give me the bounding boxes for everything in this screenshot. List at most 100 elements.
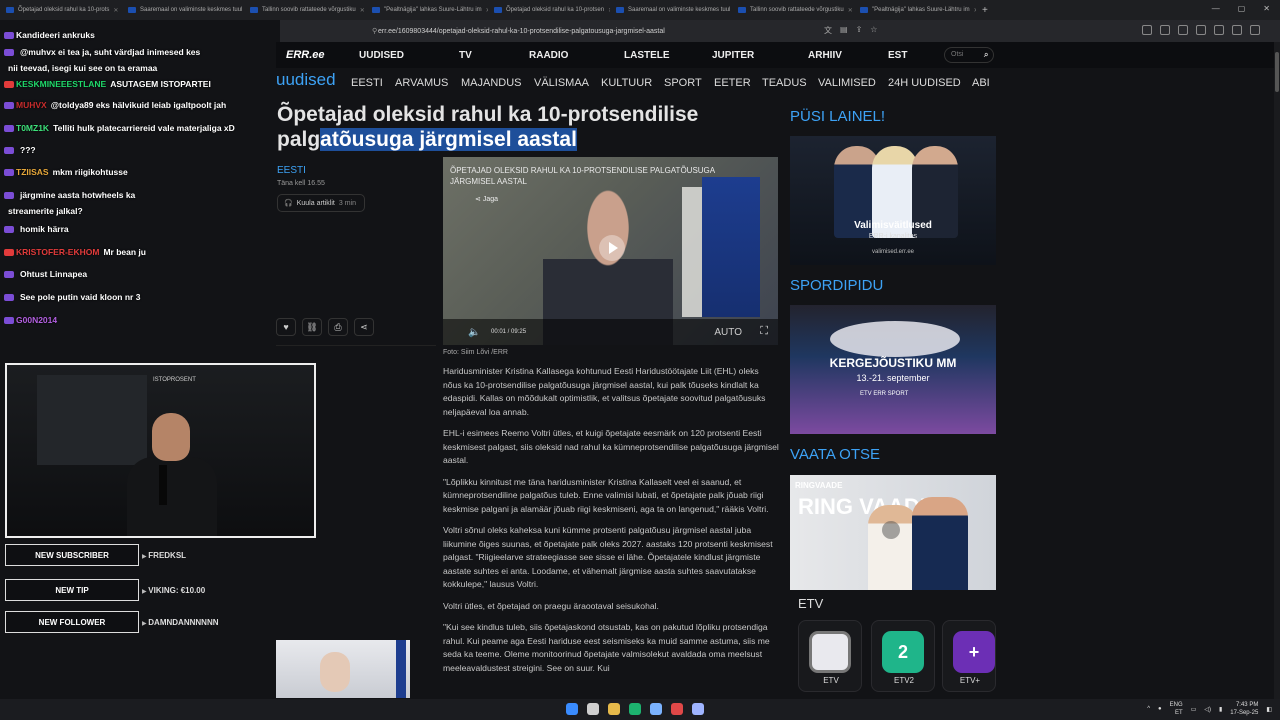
section-abi[interactable]: ABI bbox=[972, 77, 990, 89]
play-button[interactable] bbox=[882, 521, 900, 539]
reader-icon[interactable]: ▤ bbox=[840, 25, 848, 36]
browser-tab[interactable]: Saaremaal on valiminste keskmes tuul✕ bbox=[122, 0, 244, 20]
section-arvamus[interactable]: ARVAMUS bbox=[395, 77, 448, 89]
section-24h-uudised[interactable]: 24H UUDISED bbox=[888, 77, 961, 89]
channel-etv2[interactable]: 2 ETV2 bbox=[871, 620, 935, 692]
url-text[interactable]: err.ee/1609803444/opetajad-oleksid-rahul… bbox=[378, 28, 665, 35]
article-paragraph: Haridusminister Kristina Kallasega kohtu… bbox=[443, 366, 766, 417]
nav-lastele[interactable]: LASTELE bbox=[624, 50, 670, 61]
fullscreen-icon[interactable]: ⛶ bbox=[760, 325, 768, 338]
file-explorer-icon[interactable] bbox=[608, 703, 620, 715]
network-icon[interactable]: ▭ bbox=[1191, 706, 1197, 713]
close-tab-icon[interactable]: ✕ bbox=[360, 7, 365, 14]
browser-tab[interactable]: Tallinn soovib rattateede võrgustiku ✕ bbox=[732, 0, 854, 20]
nav-raadio[interactable]: RAADIO bbox=[529, 50, 568, 61]
nav-jupiter[interactable]: JUPITER bbox=[712, 50, 754, 61]
mic-icon[interactable]: ● bbox=[1158, 706, 1162, 712]
quality-select[interactable]: AUTO bbox=[714, 327, 742, 338]
language-select[interactable]: EST bbox=[888, 50, 907, 61]
brave-browser-icon[interactable] bbox=[671, 703, 683, 715]
page-scrollbar[interactable] bbox=[1274, 42, 1280, 699]
browser-tab[interactable]: Tallinn soovib rattateede võrgustiku ✕ bbox=[244, 0, 366, 20]
section-valimised[interactable]: VALIMISED bbox=[818, 77, 876, 89]
section-kultuur[interactable]: KULTUUR bbox=[601, 77, 652, 89]
notifications-icon[interactable]: ◧ bbox=[1266, 706, 1272, 713]
maximize-button[interactable]: ▢ bbox=[1238, 4, 1246, 13]
chat-badge-icon bbox=[4, 226, 14, 234]
section-nav: uudised EESTI ARVAMUS MAJANDUS VÄLISMAA … bbox=[276, 70, 996, 94]
err-logo[interactable]: ERR.ee bbox=[286, 49, 325, 61]
thumbnail-person bbox=[320, 652, 350, 692]
browser-tab-active[interactable]: Õpetajad oleksid rahul ka 10-protsen✕ bbox=[488, 0, 610, 20]
extension-icon[interactable] bbox=[1214, 25, 1224, 35]
video-player[interactable]: ÕPETAJAD OLEKSID RAHUL KA 10-PROTSENDILI… bbox=[443, 157, 778, 345]
section-eeter[interactable]: EETER bbox=[714, 77, 751, 89]
nav-arhiiv[interactable]: ARHIIV bbox=[808, 50, 842, 61]
browser-tab[interactable]: Õpetajad oleksid rahul ka 10-prots ✕ bbox=[0, 0, 122, 20]
start-icon[interactable] bbox=[566, 703, 578, 715]
browser-tab[interactable]: "Pealtnägija" lahkas Suure-Lähtru im✕ bbox=[854, 0, 976, 20]
chevron-up-icon[interactable]: ^ bbox=[1147, 706, 1150, 712]
nav-uudised[interactable]: UUDISED bbox=[359, 50, 404, 61]
battery-icon[interactable]: ▮ bbox=[1219, 706, 1222, 713]
article-section[interactable]: EESTI bbox=[277, 165, 306, 176]
promo-title: KERGEJÕUSTIKU MM bbox=[829, 356, 957, 370]
close-window-button[interactable]: ✕ bbox=[1263, 4, 1270, 13]
chat-text: @muhvx ei tea ja, suht värdjad inimesed … bbox=[20, 47, 201, 57]
site-info-icon[interactable]: ⚲ bbox=[372, 27, 377, 35]
volume-icon[interactable]: ◁) bbox=[1204, 706, 1211, 713]
extension-icon[interactable] bbox=[1142, 25, 1152, 35]
chat-text: See pole putin vaid kloon nr 3 bbox=[20, 292, 141, 302]
translate-icon[interactable]: 文 bbox=[824, 25, 832, 36]
play-button[interactable] bbox=[599, 235, 625, 261]
menu-icon[interactable] bbox=[1250, 25, 1260, 35]
share-button[interactable]: ⋖ bbox=[354, 318, 374, 336]
promo-valimisvaitlused[interactable]: Valimisväitlused ERR-i kanalites valimis… bbox=[790, 136, 996, 265]
promo-kergejoustiku-mm[interactable]: KERGEJÕUSTIKU MM 13.-21. september ETV E… bbox=[790, 305, 996, 434]
clock[interactable]: 7:43 PM 17-Sep-25 bbox=[1230, 701, 1258, 717]
extension-icon[interactable] bbox=[1178, 25, 1188, 35]
browser-tab[interactable]: Saaremaal on valiminste keskmes tuul✕ bbox=[610, 0, 732, 20]
sidebar-icon[interactable] bbox=[1196, 25, 1206, 35]
nav-tv[interactable]: TV bbox=[459, 50, 472, 61]
section-valismaa[interactable]: VÄLISMAA bbox=[534, 77, 589, 89]
uudised-brand[interactable]: uudised bbox=[276, 70, 336, 90]
extension-icon[interactable] bbox=[1160, 25, 1170, 35]
section-sport[interactable]: SPORT bbox=[664, 77, 702, 89]
steam-icon[interactable] bbox=[692, 703, 704, 715]
app-icon[interactable] bbox=[650, 703, 662, 715]
section-eesti[interactable]: EESTI bbox=[351, 77, 383, 89]
search-icon[interactable]: ⌕ bbox=[984, 50, 988, 60]
share-icon[interactable]: ⇪ bbox=[856, 25, 863, 36]
minimize-button[interactable]: — bbox=[1212, 4, 1220, 13]
err-favicon-icon bbox=[616, 7, 624, 13]
channel-etv-plus[interactable]: + ETV+ bbox=[942, 620, 996, 692]
chat-badge-icon bbox=[4, 249, 14, 257]
volume-icon[interactable]: 🔈 bbox=[468, 327, 480, 338]
scrollbar-thumb[interactable] bbox=[1275, 52, 1279, 92]
err-favicon-icon bbox=[250, 7, 258, 13]
channel-etv[interactable]: ETV bbox=[798, 620, 862, 692]
like-button[interactable]: ♥ bbox=[276, 318, 296, 336]
address-bar[interactable]: ⚲ err.ee/1609803444/opetajad-oleksid-rah… bbox=[280, 20, 1280, 42]
input-language[interactable]: ENG ET bbox=[1170, 701, 1183, 717]
listen-article-button[interactable]: 🎧 Kuula artiklit 3 min bbox=[277, 194, 365, 212]
streamer-webcam: ISTOPROSENT bbox=[5, 363, 316, 538]
video-share-button[interactable]: ⋖ Jaga bbox=[475, 195, 498, 203]
live-ringvaade[interactable]: RING VAADE RINGVAADE bbox=[790, 475, 996, 590]
app-icon[interactable] bbox=[629, 703, 641, 715]
section-teadus[interactable]: TEADUS bbox=[762, 77, 807, 89]
new-tab-button[interactable]: + bbox=[976, 5, 994, 16]
video-share-label: Jaga bbox=[482, 196, 498, 203]
print-button[interactable]: ⎙ bbox=[328, 318, 348, 336]
close-tab-icon[interactable]: ✕ bbox=[848, 7, 853, 14]
search-icon[interactable] bbox=[587, 703, 599, 715]
copy-link-button[interactable]: ⛓ bbox=[302, 318, 322, 336]
browser-tab[interactable]: "Pealtnägija" lahkas Suure-Lähtru im✕ bbox=[366, 0, 488, 20]
err-top-nav: ERR.ee UUDISED TV RAADIO LASTELE JUPITER… bbox=[276, 42, 1280, 68]
shield-icon[interactable] bbox=[1232, 25, 1242, 35]
bookmark-icon[interactable]: ☆ bbox=[870, 25, 877, 36]
section-majandus[interactable]: MAJANDUS bbox=[461, 77, 522, 89]
close-tab-icon[interactable]: ✕ bbox=[113, 7, 118, 14]
related-article-thumbnail[interactable] bbox=[276, 640, 410, 698]
